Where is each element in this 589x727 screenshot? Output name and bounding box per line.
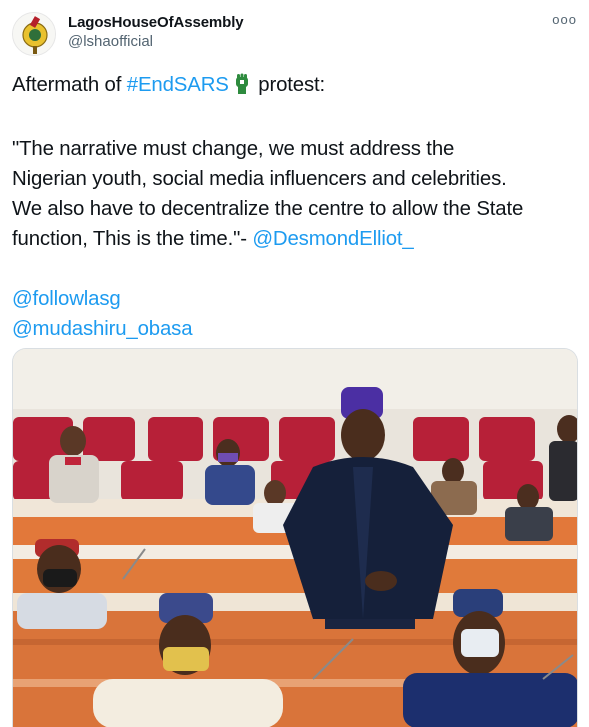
quote-line-2: Nigerian youth, social media influencers… <box>12 168 507 190</box>
quote-line-4: function, This is the time."- @DesmondEl… <box>12 224 577 254</box>
assembly-crest-icon <box>13 13 55 55</box>
tweet-line1-suffix: protest: <box>252 74 326 96</box>
hashtag-link[interactable]: #EndSARS <box>127 74 229 96</box>
mention-desmond-link[interactable]: @DesmondElliot_ <box>252 228 413 250</box>
quote-line-3: We also have to decentralize the centre … <box>12 198 524 220</box>
author-display-name[interactable]: LagosHouseOfAssembly <box>68 13 244 32</box>
tweet-header: LagosHouseOfAssembly @lshaofficial ooo <box>12 12 577 56</box>
more-options-icon[interactable]: ooo <box>552 13 577 26</box>
tweet-photo[interactable] <box>12 348 578 727</box>
tweet-line-1: Aftermath of #EndSARS protest: <box>12 70 577 104</box>
author-handle[interactable]: @lshaofficial <box>68 32 244 52</box>
mention-followlasg-link[interactable]: @followlasg <box>12 288 121 310</box>
quote-line-4-text: function, This is the time."- <box>12 228 253 250</box>
tweet-line1-prefix: Aftermath of <box>12 74 127 96</box>
assembly-chamber-photo-icon <box>13 349 577 727</box>
quote-line-1: "The narrative must change, we must addr… <box>12 138 455 160</box>
raised-fist-icon <box>233 73 251 104</box>
avatar[interactable] <box>12 12 56 56</box>
tweet-text: Aftermath of #EndSARS protest: "The narr… <box>12 70 577 344</box>
author-block: LagosHouseOfAssembly @lshaofficial <box>68 13 244 52</box>
mention-obasa-link[interactable]: @mudashiru_obasa <box>12 318 193 340</box>
